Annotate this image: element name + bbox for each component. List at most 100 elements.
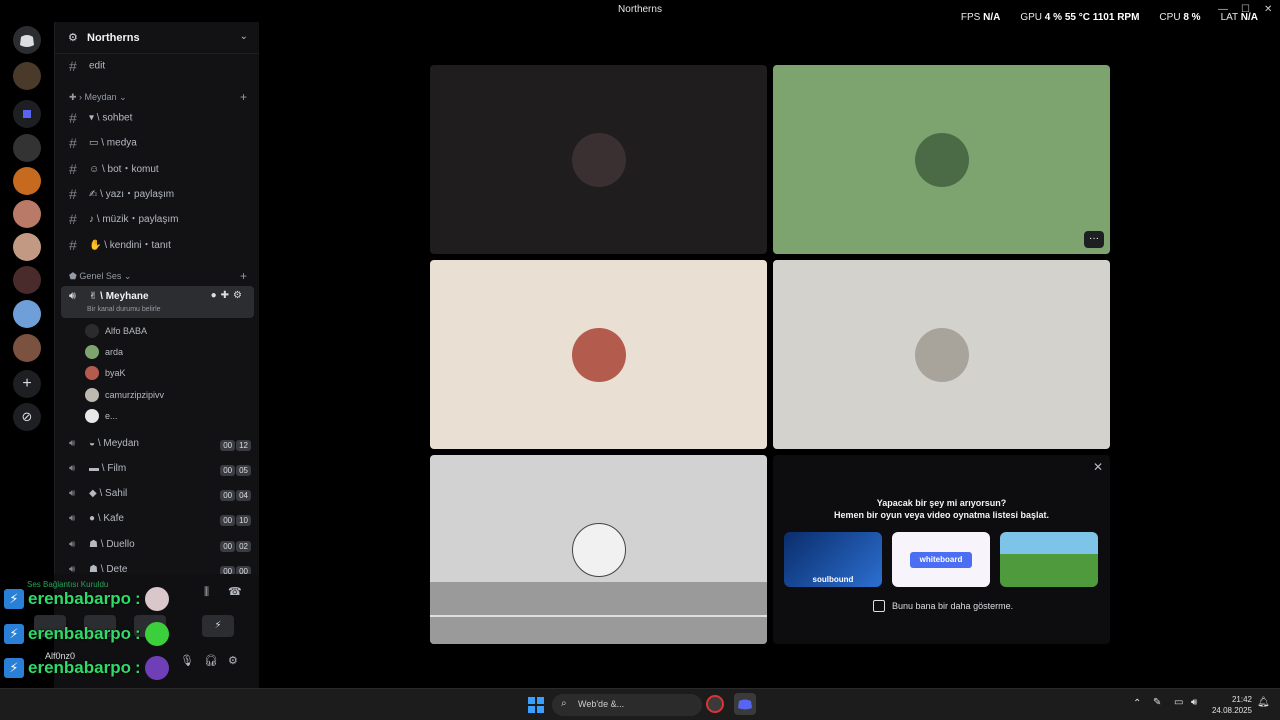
chat-separator: : xyxy=(134,624,141,643)
clock-time: 21:42 xyxy=(1231,695,1252,704)
disconnect-icon[interactable]: ☎ xyxy=(228,585,242,598)
voice-channel-sahil[interactable]: 🔊︎ ◆ \ Sahil xyxy=(69,488,127,499)
speaker-icon: 🔊︎ xyxy=(69,463,76,474)
channel-actions[interactable]: ●✚⚙ xyxy=(211,290,246,301)
add-channel-icon[interactable]: + xyxy=(240,269,247,283)
speaker-icon: 🔊︎ xyxy=(69,488,76,499)
channel-label: medya xyxy=(106,137,137,149)
activity-card-game[interactable] xyxy=(1000,532,1098,587)
chat-overlay-line: ⚡erenbabarpo: xyxy=(4,622,169,646)
badge-limit: 02 xyxy=(236,541,251,552)
activity-prompt-subtitle: Hemen bir oyun veya video oynatma listes… xyxy=(833,510,1050,520)
settings-gear-icon[interactable]: ⚙ xyxy=(228,654,238,667)
noise-suppression-icon[interactable]: ⫼ xyxy=(204,586,209,599)
clock-date: 24.08.2025 xyxy=(1211,706,1252,715)
server-icon[interactable] xyxy=(13,300,41,328)
add-server-icon[interactable]: + xyxy=(13,370,41,398)
voice-member[interactable]: byaK xyxy=(85,366,126,380)
volume-icon[interactable]: 🔊︎ xyxy=(1191,697,1197,708)
server-icon[interactable] xyxy=(13,167,41,195)
channel-label: edit xyxy=(89,60,106,72)
server-icon[interactable] xyxy=(13,334,41,362)
channel-muzik-paylasim[interactable]: # ♪ \ müzik・paylaşım xyxy=(69,210,178,227)
speaker-icon: 🔊︎ xyxy=(69,290,76,302)
discord-taskbar-icon[interactable] xyxy=(734,693,756,715)
folder-icon[interactable] xyxy=(13,100,41,128)
taskbar-search[interactable]: ⌕ Web'de &... xyxy=(552,694,702,716)
channel-yazi-paylasim[interactable]: # ✍ \ yazı・paylaşım xyxy=(69,185,174,202)
channel-sohbet[interactable]: # ▾ \ sohbet xyxy=(69,110,132,126)
voice-channel-duello[interactable]: 🔊︎ ☗ \ Duello xyxy=(69,539,135,550)
participant-tile[interactable] xyxy=(430,260,767,449)
twitch-icon: ⚡ xyxy=(4,624,24,644)
windows-start-icon[interactable] xyxy=(528,697,544,713)
more-options-icon[interactable]: ··· xyxy=(1084,231,1104,248)
headphones-icon[interactable]: 🎧︎ xyxy=(204,654,218,667)
participant-tile[interactable]: ··· xyxy=(773,65,1110,254)
voice-call-area: ··· xyxy=(259,22,1280,688)
checkbox-label: Bunu bana bir daha gösterme. xyxy=(892,601,1014,611)
active-voice-channel[interactable]: 🔊︎ ✌ \ Meyhane Bir kanal durumu belirle … xyxy=(61,286,254,318)
explore-icon[interactable]: ⊘ xyxy=(13,403,41,431)
voice-member[interactable]: camurzipzipivv xyxy=(85,388,164,402)
activity-card-soulbound[interactable]: soulbound xyxy=(784,532,882,587)
search-placeholder: Web'de &... xyxy=(578,699,625,709)
channel-bot-komut[interactable]: # ☺ \ bot・komut xyxy=(69,160,159,177)
close-icon[interactable]: ✕ xyxy=(1264,4,1272,15)
chat-overlay-line: ⚡erenbabarpo: xyxy=(4,587,169,611)
network-icon[interactable]: ▭ xyxy=(1174,697,1183,708)
voice-channel-meydan[interactable]: 🔊︎ ◒ \ Meydan xyxy=(69,438,139,449)
channel-kendini-tanit[interactable]: # ✋ \ kendini・tanıt xyxy=(69,236,171,253)
badge-count: 00 xyxy=(220,440,236,451)
category-genel-ses[interactable]: ⬟ Genel Ses ⌄ xyxy=(69,271,131,282)
channel-status[interactable]: Bir kanal durumu belirle xyxy=(87,306,161,313)
discord-home-icon[interactable] xyxy=(13,26,41,54)
channel-label: müzik・paylaşım xyxy=(102,214,179,225)
soundboard-icon[interactable]: ⚡ xyxy=(202,615,234,637)
avatar xyxy=(85,409,99,423)
mic-icon[interactable]: 🎙︎ xyxy=(180,654,194,667)
server-header[interactable]: ⚙ Northerns ⌄ xyxy=(55,22,260,54)
participant-tile[interactable] xyxy=(430,455,767,644)
badge-count: 00 xyxy=(220,541,236,552)
category-meydan[interactable]: ✚ › Meydan ⌄ xyxy=(69,92,127,103)
chat-separator: : xyxy=(134,658,141,677)
user-limit-badge: 00 02 xyxy=(219,541,251,552)
voice-channel-kafe[interactable]: 🔊︎ ● \ Kafe xyxy=(69,513,124,524)
server-icon[interactable] xyxy=(13,200,41,228)
pen-icon[interactable]: ✎ xyxy=(1153,697,1161,708)
server-icon[interactable] xyxy=(13,266,41,294)
participant-tile[interactable] xyxy=(430,65,767,254)
voice-member[interactable]: e... xyxy=(85,409,118,423)
hash-icon: # xyxy=(69,58,77,74)
channel-label: kendini・tanıt xyxy=(109,240,171,251)
channel-label: Meydan xyxy=(103,438,139,450)
voice-member[interactable]: arda xyxy=(85,345,123,359)
card-label: soulbound xyxy=(812,575,854,584)
voice-channel-film[interactable]: 🔊︎ ▬ \ Film xyxy=(69,463,126,474)
app-icon[interactable] xyxy=(706,695,724,713)
chevron-up-icon[interactable]: ⌃ xyxy=(1133,698,1141,709)
channel-edit[interactable]: # edit xyxy=(69,58,105,74)
avatar xyxy=(914,327,969,382)
server-icon[interactable] xyxy=(13,62,41,90)
hash-icon: # xyxy=(69,135,77,151)
participant-tile[interactable] xyxy=(773,260,1110,449)
dont-show-again-checkbox[interactable] xyxy=(873,600,885,612)
activity-card-whiteboard[interactable]: whiteboard xyxy=(892,532,990,587)
notification-bell-icon[interactable]: 🔔︎ xyxy=(1257,697,1270,708)
server-icon[interactable] xyxy=(13,233,41,261)
close-icon[interactable]: ✕ xyxy=(1093,460,1103,474)
voice-member[interactable]: Alfo BABA xyxy=(85,324,147,338)
channel-medya[interactable]: # ▭ \ medya xyxy=(69,135,137,151)
badge-limit: 04 xyxy=(236,490,251,501)
hash-icon: # xyxy=(69,237,77,254)
add-channel-icon[interactable]: + xyxy=(240,90,247,104)
avatar xyxy=(85,345,99,359)
emote xyxy=(144,587,169,611)
server-icon[interactable] xyxy=(13,134,41,162)
channel-label: Film xyxy=(107,463,127,475)
avatar xyxy=(85,388,99,402)
system-clock[interactable]: 21:42 24.08.2025 xyxy=(1212,694,1252,716)
channel-label: Kafe xyxy=(103,513,124,525)
